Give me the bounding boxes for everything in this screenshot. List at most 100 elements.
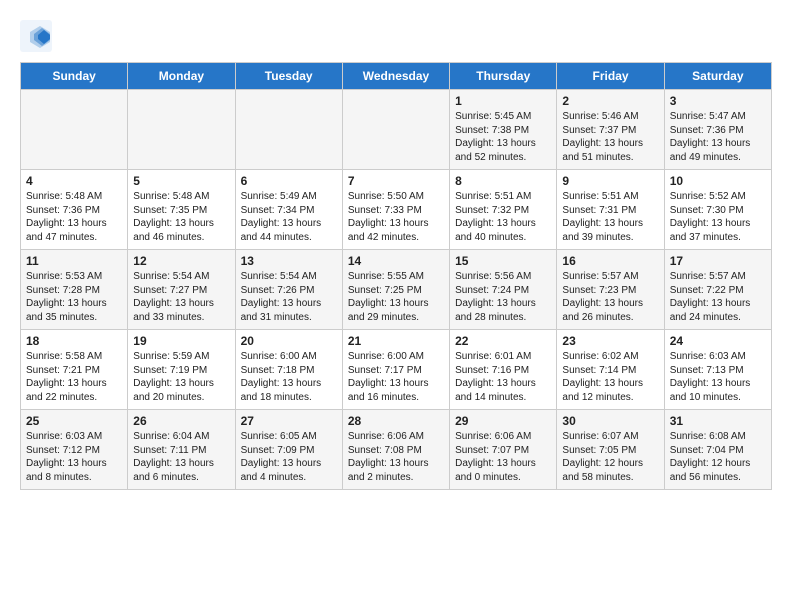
day-info: Sunset: 7:24 PM (455, 284, 551, 298)
day-number: 16 (562, 254, 658, 268)
day-info: Sunset: 7:23 PM (562, 284, 658, 298)
day-info: Sunset: 7:11 PM (133, 444, 229, 458)
weekday-header: Friday (557, 63, 664, 90)
day-info: Daylight: 13 hours and 26 minutes. (562, 297, 658, 324)
day-info: Daylight: 12 hours and 56 minutes. (670, 457, 766, 484)
day-info: Sunrise: 6:00 AM (241, 350, 337, 364)
day-number: 30 (562, 414, 658, 428)
day-number: 12 (133, 254, 229, 268)
day-info: Sunset: 7:14 PM (562, 364, 658, 378)
day-info: Daylight: 13 hours and 24 minutes. (670, 297, 766, 324)
day-number: 24 (670, 334, 766, 348)
calendar-cell: 4Sunrise: 5:48 AMSunset: 7:36 PMDaylight… (21, 170, 128, 250)
day-info: Daylight: 13 hours and 44 minutes. (241, 217, 337, 244)
day-info: Sunset: 7:28 PM (26, 284, 122, 298)
calendar-body: 1Sunrise: 5:45 AMSunset: 7:38 PMDaylight… (21, 90, 772, 490)
day-info: Sunset: 7:16 PM (455, 364, 551, 378)
day-info: Sunrise: 5:53 AM (26, 270, 122, 284)
day-info: Sunset: 7:37 PM (562, 124, 658, 138)
day-info: Daylight: 13 hours and 42 minutes. (348, 217, 444, 244)
day-info: Sunrise: 5:48 AM (26, 190, 122, 204)
day-info: Sunset: 7:36 PM (670, 124, 766, 138)
day-info: Sunrise: 6:00 AM (348, 350, 444, 364)
calendar-week-row: 11 Sunrise: 5:53 AMSunset: 7:28 PM Dayligh… (21, 250, 772, 330)
day-info: Daylight: 13 hours and 6 minutes. (133, 457, 229, 484)
calendar-cell: 20Sunrise: 6:00 AMSunset: 7:18 PMDayligh… (235, 330, 342, 410)
day-number: 13 (241, 254, 337, 268)
day-info: Daylight: 13 hours and 20 minutes. (133, 377, 229, 404)
day-info: Daylight: 13 hours and 40 minutes. (455, 217, 551, 244)
logo-icon (20, 20, 52, 52)
day-number: 19 (133, 334, 229, 348)
day-number: 20 (241, 334, 337, 348)
day-number: 15 (455, 254, 551, 268)
day-info: Daylight: 13 hours and 33 minutes. (133, 297, 229, 324)
page-header (20, 20, 772, 52)
day-number: 29 (455, 414, 551, 428)
day-number: 23 (562, 334, 658, 348)
calendar-cell (21, 90, 128, 170)
day-info: Daylight: 13 hours and 37 minutes. (670, 217, 766, 244)
day-number: 25 (26, 414, 122, 428)
calendar-cell: 7Sunrise: 5:50 AMSunset: 7:33 PMDaylight… (342, 170, 449, 250)
day-info: Sunrise: 5:58 AM (26, 350, 122, 364)
day-info: Sunset: 7:17 PM (348, 364, 444, 378)
calendar-week-row: 25Sunrise: 6:03 AMSunset: 7:12 PMDayligh… (21, 410, 772, 490)
calendar-cell: 21Sunrise: 6:00 AMSunset: 7:17 PMDayligh… (342, 330, 449, 410)
day-number: 10 (670, 174, 766, 188)
calendar-cell: 28Sunrise: 6:06 AMSunset: 7:08 PMDayligh… (342, 410, 449, 490)
calendar-week-row: 1Sunrise: 5:45 AMSunset: 7:38 PMDaylight… (21, 90, 772, 170)
calendar-week-row: 18Sunrise: 5:58 AMSunset: 7:21 PMDayligh… (21, 330, 772, 410)
day-number: 9 (562, 174, 658, 188)
calendar-cell: 6Sunrise: 5:49 AMSunset: 7:34 PMDaylight… (235, 170, 342, 250)
day-info: Sunset: 7:22 PM (670, 284, 766, 298)
calendar-cell (235, 90, 342, 170)
day-info: Sunset: 7:05 PM (562, 444, 658, 458)
day-info: Daylight: 12 hours and 58 minutes. (562, 457, 658, 484)
day-info: Daylight: 13 hours and 46 minutes. (133, 217, 229, 244)
day-info: Sunset: 7:21 PM (26, 364, 122, 378)
calendar-cell: 5Sunrise: 5:48 AMSunset: 7:35 PMDaylight… (128, 170, 235, 250)
calendar-cell: 25Sunrise: 6:03 AMSunset: 7:12 PMDayligh… (21, 410, 128, 490)
calendar-cell: 3Sunrise: 5:47 AMSunset: 7:36 PMDaylight… (664, 90, 771, 170)
day-info: Sunrise: 5:54 AM (241, 270, 337, 284)
day-info: Sunrise: 6:05 AM (241, 430, 337, 444)
calendar-cell: 12 Sunrise: 5:54 AMSunset: 7:27 PMDayligh… (128, 250, 235, 330)
day-info: Sunset: 7:09 PM (241, 444, 337, 458)
calendar-cell: 22Sunrise: 6:01 AMSunset: 7:16 PMDayligh… (450, 330, 557, 410)
weekday-header: Sunday (21, 63, 128, 90)
day-info: Sunset: 7:27 PM (133, 284, 229, 298)
day-info: Sunrise: 6:06 AM (455, 430, 551, 444)
day-info: Sunset: 7:12 PM (26, 444, 122, 458)
day-info: Daylight: 13 hours and 2 minutes. (348, 457, 444, 484)
day-info: Sunset: 7:04 PM (670, 444, 766, 458)
day-info: Sunrise: 5:47 AM (670, 110, 766, 124)
day-info: Sunrise: 5:55 AM (348, 270, 444, 284)
day-info: Daylight: 13 hours and 0 minutes. (455, 457, 551, 484)
day-info: Sunset: 7:31 PM (562, 204, 658, 218)
day-info: Sunrise: 6:07 AM (562, 430, 658, 444)
day-number: 31 (670, 414, 766, 428)
day-info: Daylight: 13 hours and 47 minutes. (26, 217, 122, 244)
calendar-cell: 2Sunrise: 5:46 AMSunset: 7:37 PMDaylight… (557, 90, 664, 170)
day-info: Sunset: 7:34 PM (241, 204, 337, 218)
day-info: Daylight: 13 hours and 28 minutes. (455, 297, 551, 324)
day-number: 11 (26, 254, 122, 268)
calendar-cell: 13Sunrise: 5:54 AMSunset: 7:26 PMDayligh… (235, 250, 342, 330)
day-info: Sunrise: 5:54 AM (133, 270, 229, 284)
day-info: Sunset: 7:13 PM (670, 364, 766, 378)
day-number: 8 (455, 174, 551, 188)
day-info: Daylight: 13 hours and 4 minutes. (241, 457, 337, 484)
day-info: Sunrise: 6:08 AM (670, 430, 766, 444)
day-info: Daylight: 13 hours and 12 minutes. (562, 377, 658, 404)
day-info: Sunrise: 5:46 AM (562, 110, 658, 124)
weekday-header: Saturday (664, 63, 771, 90)
day-info: Sunset: 7:08 PM (348, 444, 444, 458)
day-info: Daylight: 13 hours and 8 minutes. (26, 457, 122, 484)
day-info: Daylight: 13 hours and 49 minutes. (670, 137, 766, 164)
day-number: 28 (348, 414, 444, 428)
day-info: Daylight: 13 hours and 10 minutes. (670, 377, 766, 404)
day-info: Sunrise: 6:02 AM (562, 350, 658, 364)
weekday-header: Tuesday (235, 63, 342, 90)
day-number: 17 (670, 254, 766, 268)
